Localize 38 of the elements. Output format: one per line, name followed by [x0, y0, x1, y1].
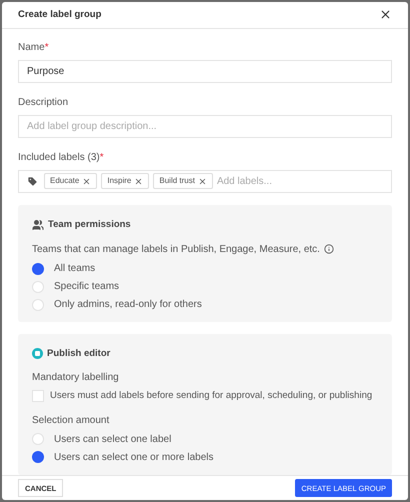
- required-mark: *: [100, 150, 104, 165]
- required-mark: *: [44, 40, 49, 55]
- people-icon: [32, 218, 44, 231]
- field-label: Included labels (3): [18, 150, 100, 165]
- close-icon[interactable]: [379, 8, 392, 22]
- text-field[interactable]: Purpose: [18, 60, 392, 83]
- panel-description: Teams that can manage labels in Publish, Engage, Measure, etc.: [32, 242, 320, 257]
- radio-button[interactable]: [32, 280, 44, 293]
- radio-label: Specific teams: [54, 280, 120, 294]
- radio-label: Only admins, read-only for others: [54, 298, 202, 312]
- section-label: Selection amount: [32, 414, 110, 428]
- labels-input[interactable]: Add labels...: [216, 174, 383, 189]
- publish-logo-icon: [32, 348, 43, 360]
- radio-label: All teams: [54, 262, 96, 276]
- field-label: Description: [18, 96, 68, 110]
- labels-field[interactable]: Educate Inspire Build trust Add labels...: [18, 170, 392, 193]
- checkbox-label: Users must add labels before sending for approval, scheduling, or publishing: [50, 389, 372, 404]
- remove-icon[interactable]: [198, 176, 207, 186]
- radio-button[interactable]: [32, 262, 44, 275]
- tag-icon: [27, 176, 38, 187]
- remove-icon[interactable]: [134, 176, 144, 186]
- label-chip: Inspire: [101, 173, 150, 190]
- radio-button[interactable]: [32, 298, 44, 311]
- radio-label: Users can select one label: [54, 432, 172, 447]
- field-label: Name: [18, 40, 45, 55]
- radio-label: Users can select one or more labels: [54, 450, 214, 465]
- label-chip: Educate: [44, 173, 98, 190]
- remove-icon[interactable]: [82, 176, 92, 186]
- info-icon[interactable]: [324, 244, 334, 254]
- text-field[interactable]: Add label group description...: [18, 114, 392, 138]
- label-chip: Build trust: [153, 173, 213, 190]
- radio-button[interactable]: [32, 433, 44, 446]
- panel-title: Team permissions: [48, 218, 131, 232]
- radio-button[interactable]: [32, 451, 44, 464]
- panel-title: Publish editor: [47, 346, 110, 361]
- section-label: Mandatory labelling: [32, 371, 120, 386]
- dialog-title: Create label group: [18, 8, 102, 22]
- checkbox[interactable]: [32, 390, 44, 402]
